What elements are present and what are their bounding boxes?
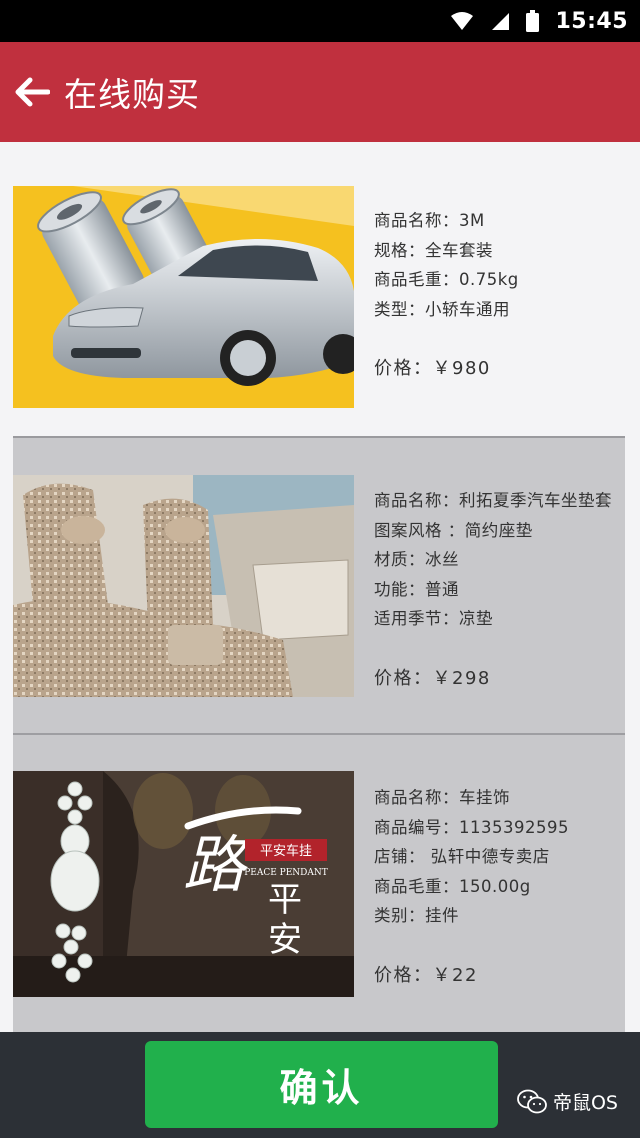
product-image-seat-cover xyxy=(13,475,354,697)
product-image-car-film xyxy=(13,186,354,408)
status-bar: 15:45 xyxy=(0,0,640,42)
wifi-icon xyxy=(451,12,474,30)
confirm-button[interactable]: 确认 xyxy=(145,1041,498,1128)
watermark-text: 帝鼠OS xyxy=(552,1092,618,1114)
back-button[interactable] xyxy=(12,72,52,112)
product-name: 商品名称：3M xyxy=(374,211,485,230)
image-text-sub: PEACE PENDANT xyxy=(244,868,328,878)
bottom-bar: 确认 帝鼠OS xyxy=(0,1032,640,1138)
product-info: 商品名称：3M 规格：全车套装 商品毛重：0.75kg 类型：小轿车通用 价格：… xyxy=(374,206,640,384)
product-function: 功能：普通 xyxy=(374,579,459,599)
signal-icon xyxy=(492,13,510,30)
image-text-ping: 平 xyxy=(268,880,302,920)
product-name: 商品名称：利拓夏季汽车坐垫套 xyxy=(374,491,612,510)
product-item[interactable]: 路 平安车挂 PEACE PENDANT 平 安 商品名称：车挂饰 商品编号：1… xyxy=(0,735,640,1032)
product-weight: 商品毛重：150.00g xyxy=(374,876,531,896)
product-code: 商品编号：1135392595 xyxy=(374,817,569,837)
image-text-an: 安 xyxy=(268,920,302,960)
product-item[interactable]: 商品名称：3M 规格：全车套装 商品毛重：0.75kg 类型：小轿车通用 价格：… xyxy=(0,142,640,436)
product-price: 价格：￥298 xyxy=(374,667,491,689)
clock: 15:45 xyxy=(555,8,628,34)
product-image-pendant: 路 平安车挂 PEACE PENDANT 平 安 xyxy=(13,771,354,997)
product-weight: 商品毛重：0.75kg xyxy=(374,270,519,290)
product-item[interactable]: 商品名称：利拓夏季汽车坐垫套 图案风格 ：简约座垫 材质：冰丝 功能：普通 适用… xyxy=(0,438,640,732)
arrow-left-icon xyxy=(15,77,50,107)
image-text-tag: 平安车挂 xyxy=(260,843,312,859)
product-type: 类型：小轿车通用 xyxy=(374,299,510,319)
product-list[interactable]: 商品名称：3M 规格：全车套装 商品毛重：0.75kg 类型：小轿车通用 价格：… xyxy=(0,142,640,1032)
product-price: 价格：￥22 xyxy=(374,964,478,986)
product-info: 商品名称：利拓夏季汽车坐垫套 图案风格 ：简约座垫 材质：冰丝 功能：普通 适用… xyxy=(374,486,640,694)
page-title: 在线购买 xyxy=(64,75,200,114)
app-header: 在线购买 xyxy=(0,42,640,142)
product-season: 适用季节：凉垫 xyxy=(374,609,493,629)
battery-icon xyxy=(526,10,540,32)
image-text-lu: 路 xyxy=(183,828,250,901)
product-pattern: 图案风格 ：简约座垫 xyxy=(374,520,533,540)
product-category: 类别：挂件 xyxy=(374,906,459,926)
wechat-icon xyxy=(517,1089,547,1113)
watermark: 帝鼠OS xyxy=(517,1088,618,1115)
product-name: 商品名称：车挂饰 xyxy=(374,788,510,807)
product-price: 价格：￥980 xyxy=(374,358,491,380)
product-shop: 店铺： 弘轩中德专卖店 xyxy=(374,847,550,867)
product-material: 材质：冰丝 xyxy=(374,550,459,570)
product-info: 商品名称：车挂饰 商品编号：1135392595 店铺： 弘轩中德专卖店 商品毛… xyxy=(374,783,640,991)
product-spec: 规格：全车套装 xyxy=(374,240,493,260)
